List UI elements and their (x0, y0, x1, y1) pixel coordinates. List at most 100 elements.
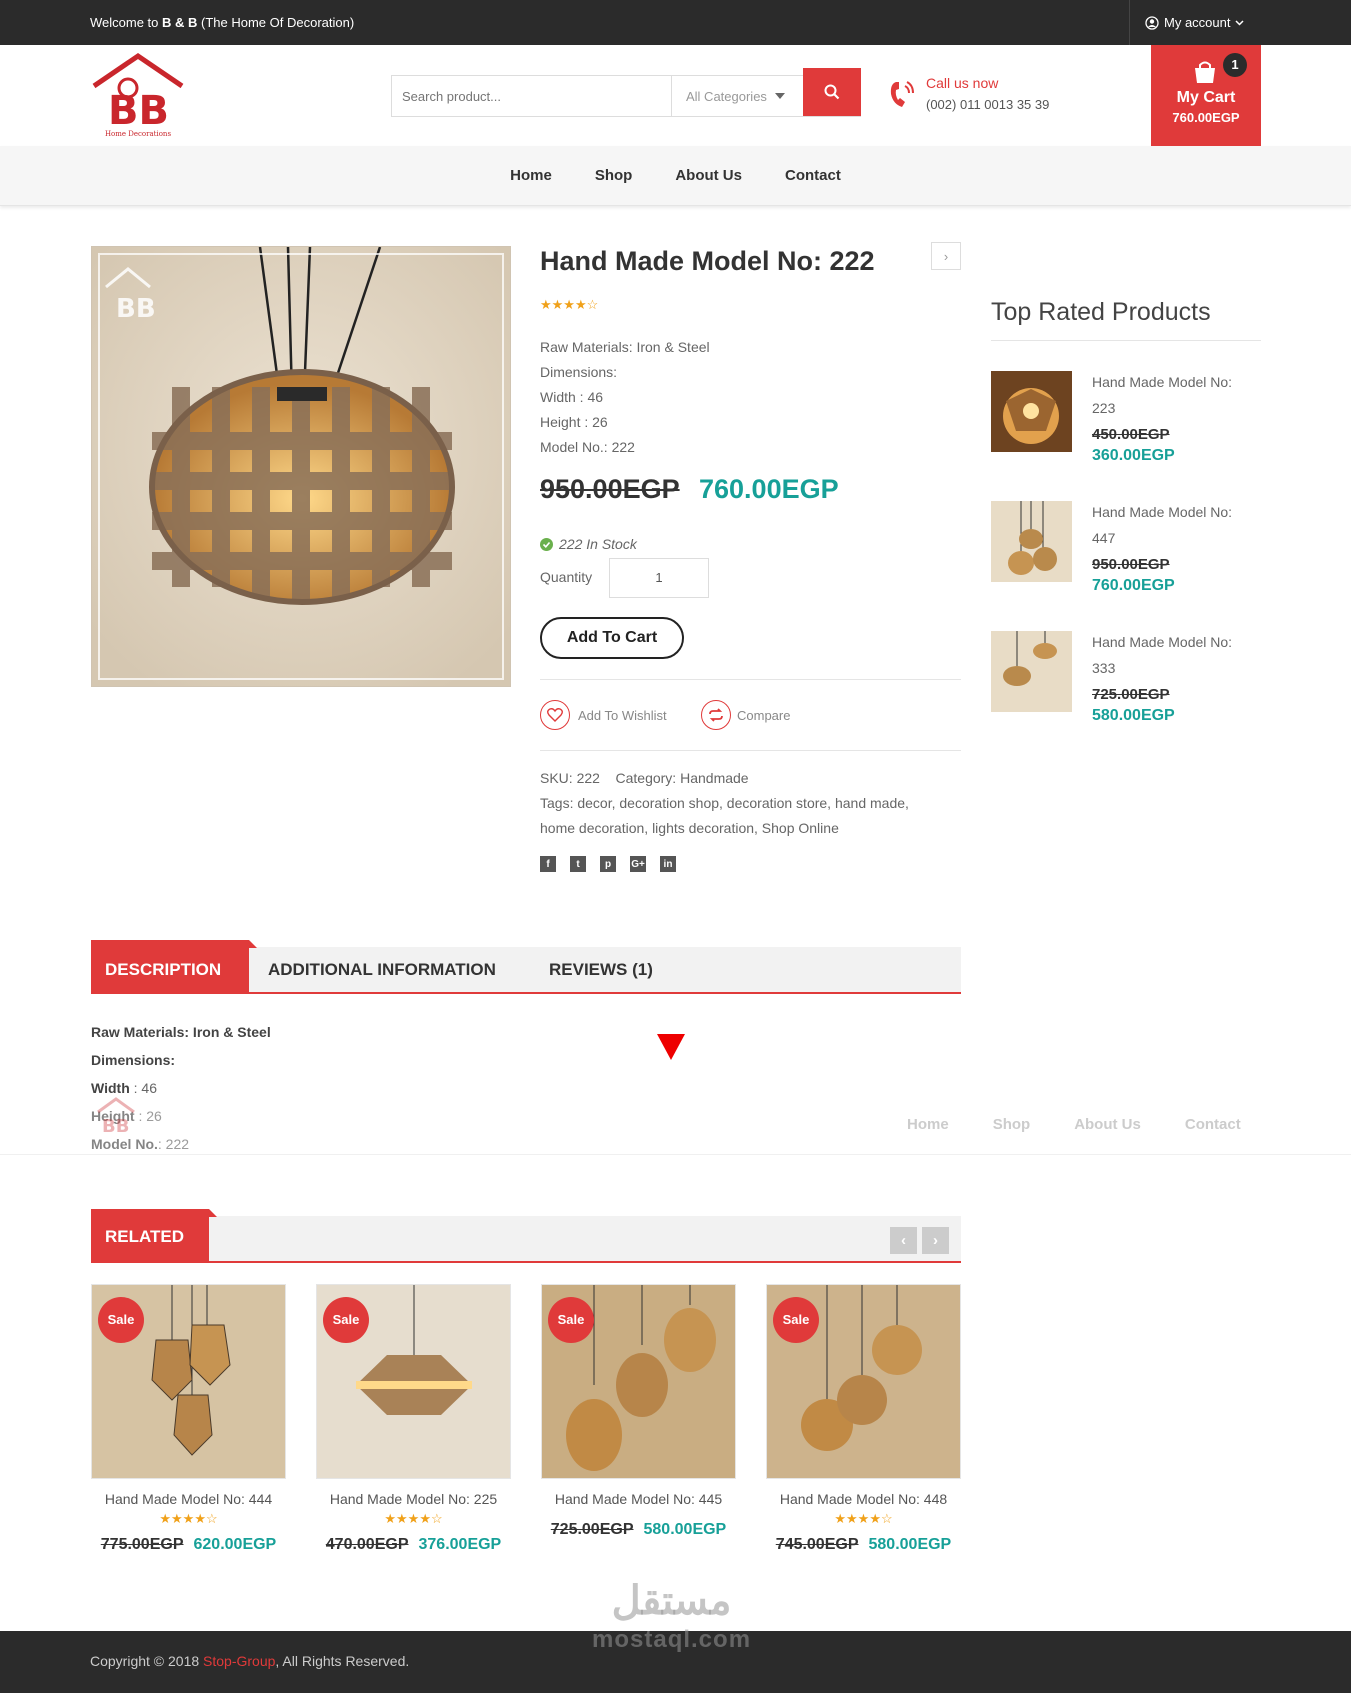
search-button[interactable] (803, 68, 861, 116)
top-rated-item: Hand Made Model No: 333 725.00EGP 580.00E… (1092, 629, 1252, 725)
sticky-nav-shop[interactable]: Shop (993, 1116, 1031, 1133)
related-product-card[interactable]: Sale Hand Made Model No: 225 ★★★★☆ 470.0… (316, 1284, 511, 1554)
facebook-icon[interactable]: f (540, 856, 556, 872)
sticky-nav-about[interactable]: About Us (1074, 1116, 1141, 1133)
related-bar (91, 1216, 961, 1263)
sku-value: 222 (576, 770, 600, 786)
search-icon (824, 84, 840, 100)
top-rated-item: Hand Made Model No: 223 450.00EGP 360.00E… (1092, 369, 1252, 465)
sale-price: 580.00EGP (868, 1536, 952, 1553)
svg-text:BB: BB (108, 88, 169, 134)
add-to-wishlist-link[interactable]: Add To Wishlist (540, 700, 667, 730)
tab-reviews[interactable]: REVIEWS (1) (549, 960, 653, 980)
related-prev-button[interactable]: ‹ (890, 1227, 917, 1254)
nav-home[interactable]: Home (510, 167, 552, 184)
tags-links[interactable]: home decoration, lights decoration, Shop… (540, 820, 839, 836)
call-us: Call us now (002) 011 0013 35 39 (888, 75, 1049, 112)
tags-links[interactable]: decor, decoration shop, decoration store… (577, 795, 909, 811)
related-product-card[interactable]: Sale Hand Made Model No: 448 ★★★★☆ 745.0… (766, 1284, 961, 1554)
add-to-cart-button[interactable]: Add To Cart (540, 617, 684, 659)
product-rating: ★★★★☆ (540, 297, 599, 312)
chevron-down-icon (1235, 19, 1245, 26)
compare-label: Compare (737, 707, 791, 723)
my-cart-button[interactable]: 1 My Cart 760.00EGP (1151, 45, 1261, 146)
sticky-nav: Home Shop About Us Contact (0, 1100, 1351, 1155)
footer-brand-link[interactable]: Stop-Group (203, 1653, 275, 1669)
divider (540, 750, 961, 751)
tags-label: Tags: (540, 795, 574, 811)
spec-line: Dimensions: (540, 364, 618, 380)
product-name-link[interactable]: Hand Made Model No: 447 (1092, 499, 1252, 551)
category-select[interactable]: All Categories (672, 89, 802, 104)
check-circle-icon (540, 537, 553, 551)
caret-down-icon (774, 93, 785, 99)
product-name-link[interactable]: Hand Made Model No: 333 (1092, 629, 1252, 681)
sale-price: 360.00EGP (1092, 447, 1175, 464)
watermark-latin: mostaql.com (592, 1626, 752, 1653)
top-bar: Welcome to B & B (The Home Of Decoration… (0, 0, 1351, 45)
sale-badge: Sale (98, 1297, 144, 1343)
tab-description[interactable]: DESCRIPTION (91, 940, 257, 994)
related-product-image[interactable]: Sale (541, 1284, 736, 1479)
related-product-image[interactable]: Sale (316, 1284, 511, 1479)
search-input[interactable] (392, 76, 672, 116)
pinterest-icon[interactable]: p (600, 856, 616, 872)
related-title: RELATED (91, 1209, 217, 1263)
wishlist-label: Add To Wishlist (578, 707, 667, 723)
cart-label: My Cart (1176, 89, 1236, 106)
linkedin-icon[interactable]: in (660, 856, 676, 872)
top-rated-thumb[interactable] (991, 631, 1072, 717)
related-product-name[interactable]: Hand Made Model No: 444 (91, 1491, 286, 1507)
old-price: 725.00EGP (550, 1521, 634, 1538)
nav-contact[interactable]: Contact (785, 167, 841, 184)
related-product-name[interactable]: Hand Made Model No: 445 (541, 1491, 736, 1507)
my-account-label: My account (1164, 15, 1231, 30)
sticky-logo[interactable]: BB (96, 1096, 136, 1137)
cart-total: 760.00EGP (1172, 110, 1240, 125)
related-next-button[interactable]: › (922, 1227, 949, 1254)
nav-about[interactable]: About Us (675, 167, 742, 184)
product-image[interactable]: BB (91, 246, 511, 687)
old-price: 725.00EGP (1092, 686, 1170, 703)
sale-price: 760.00EGP (1092, 577, 1175, 594)
spec-line: Model No.: 222 (540, 439, 635, 455)
category-link[interactable]: Handmade (680, 770, 749, 786)
nav-shop[interactable]: Shop (595, 167, 633, 184)
next-product-button[interactable]: › (931, 242, 961, 270)
compare-link[interactable]: Compare (701, 700, 790, 730)
watermark-arabic: مستقل (611, 1579, 732, 1623)
product-name-link[interactable]: Hand Made Model No: 223 (1092, 369, 1252, 421)
svg-text:BB: BB (102, 1116, 129, 1136)
sticky-nav-home[interactable]: Home (907, 1116, 949, 1133)
related-product-image[interactable]: Sale (766, 1284, 961, 1479)
related-product-card[interactable]: Sale Hand Made Model No: 445 725.00EGP 58… (541, 1284, 736, 1539)
tab-additional-information[interactable]: ADDITIONAL INFORMATION (268, 960, 496, 980)
main-nav: Home Shop About Us Contact (0, 146, 1351, 206)
sticky-nav-contact[interactable]: Contact (1185, 1116, 1241, 1133)
old-price: 450.00EGP (1092, 426, 1170, 443)
product-meta: SKU: 222 Category: Handmade Tags: decor,… (540, 766, 960, 841)
related-product-name[interactable]: Hand Made Model No: 448 (766, 1491, 961, 1507)
image-frame (98, 253, 504, 680)
sale-price: 376.00EGP (418, 1536, 502, 1553)
twitter-icon[interactable]: t (570, 856, 586, 872)
copyright-text: Copyright © 2018 Stop-Group, All Rights … (90, 1653, 410, 1669)
sku-label: SKU: (540, 770, 573, 786)
google-plus-icon[interactable]: G+ (630, 856, 646, 872)
category-label: Category: (615, 770, 677, 786)
divider (1129, 0, 1130, 45)
sidebar-title: Top Rated Products (991, 298, 1211, 326)
site-logo[interactable]: BB Home Decorations (90, 52, 186, 140)
related-product-name[interactable]: Hand Made Model No: 225 (316, 1491, 511, 1507)
top-rated-thumb[interactable] (991, 371, 1072, 457)
spec-line: Height : 26 (540, 414, 608, 430)
top-rated-item: Hand Made Model No: 447 950.00EGP 760.00E… (1092, 499, 1252, 595)
related-product-rating: ★★★★☆ (159, 1511, 218, 1526)
divider (991, 340, 1261, 341)
quantity-input[interactable]: 1 (609, 558, 709, 598)
social-share: f t p G+ in (540, 856, 676, 872)
top-rated-thumb[interactable] (991, 501, 1072, 587)
my-account-menu[interactable]: My account (1145, 15, 1245, 30)
related-product-image[interactable]: Sale (91, 1284, 286, 1479)
related-product-card[interactable]: Sale Hand Made Model No: 444 ★★★★☆ 775.0… (91, 1284, 286, 1554)
